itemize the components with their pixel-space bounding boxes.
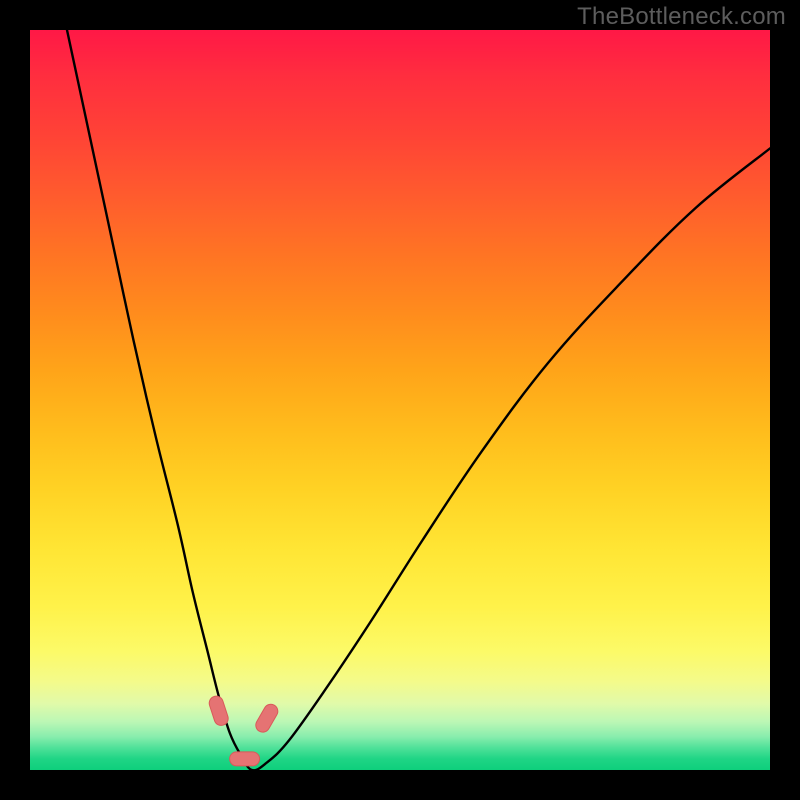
chart-frame: TheBottleneck.com <box>0 0 800 800</box>
watermark-text: TheBottleneck.com <box>577 3 786 31</box>
plot-area <box>30 30 770 770</box>
markers-group <box>207 694 280 766</box>
curve-overlay <box>30 30 770 770</box>
data-marker <box>253 702 280 735</box>
bottleneck-curve <box>67 30 770 770</box>
data-marker <box>230 752 260 766</box>
data-marker <box>207 694 230 727</box>
